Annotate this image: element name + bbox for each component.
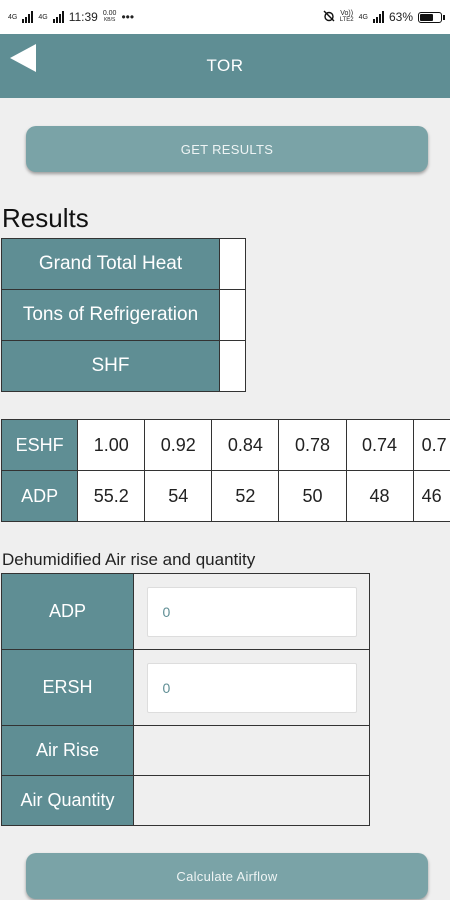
- air-quantity-value: [133, 775, 370, 826]
- page-title: TOR: [206, 56, 244, 75]
- eshf-adp-table: ESHF 1.00 0.92 0.84 0.78 0.74 0.7 ADP 55…: [0, 419, 450, 522]
- grand-total-heat-value: [219, 238, 246, 290]
- status-bar: 4G 4G 11:39 0.00 KB/S ••• Vo)) LTE2 4G 6…: [0, 0, 450, 34]
- results-heading: Results: [2, 203, 89, 233]
- table-row: ERSH: [1, 649, 370, 726]
- adp-cell: 52: [211, 470, 280, 522]
- eshf-cell: 0.74: [345, 419, 414, 471]
- network-type-1: 4G: [8, 13, 18, 21]
- battery-percent: 63%: [388, 10, 413, 24]
- table-row: Tons of Refrigeration: [1, 289, 246, 341]
- eshf-cell: 1.00: [77, 419, 146, 471]
- ersh-field-label: ERSH: [1, 649, 134, 726]
- adp-cell: 48: [345, 470, 414, 522]
- app-bar: TOR: [0, 34, 450, 98]
- back-arrow-icon[interactable]: [8, 42, 38, 74]
- adp-input[interactable]: [146, 586, 357, 637]
- adp-header: ADP: [0, 470, 79, 522]
- more-notifications-icon: •••: [121, 10, 135, 24]
- adp-row: ADP 55.2 54 52 50 48 46: [0, 470, 450, 522]
- air-rise-label: Air Rise: [1, 725, 134, 776]
- eshf-cell: 0.78: [278, 419, 347, 471]
- eshf-row: ESHF 1.00 0.92 0.84 0.78 0.74 0.7: [0, 419, 450, 471]
- eshf-cell: 0.7: [412, 419, 450, 471]
- tons-of-refrigeration-value: [219, 289, 246, 341]
- clock: 11:39: [68, 10, 98, 24]
- network-type-2: 4G: [38, 13, 48, 21]
- battery-icon: [418, 11, 445, 23]
- dehumidified-heading: Dehumidified Air rise and quantity: [2, 550, 256, 569]
- adp-cell: 54: [144, 470, 213, 522]
- tons-of-refrigeration-label: Tons of Refrigeration: [1, 289, 220, 341]
- eshf-cell: 0.92: [144, 419, 213, 471]
- adp-cell: 46: [412, 470, 450, 522]
- adp-cell: 55.2: [77, 470, 146, 522]
- table-row: Air Quantity: [1, 775, 370, 826]
- ersh-input[interactable]: [146, 662, 357, 713]
- results-table: Grand Total Heat Tons of Refrigeration S…: [1, 238, 246, 392]
- table-row: Grand Total Heat: [1, 238, 246, 290]
- get-results-button[interactable]: GET RESULTS: [26, 126, 428, 172]
- volte-indicator: Vo)) LTE2: [339, 10, 354, 23]
- table-row: SHF: [1, 340, 246, 392]
- eshf-header: ESHF: [0, 419, 79, 471]
- dehumidified-table: ADP ERSH Air Rise Air Quantity: [1, 573, 370, 826]
- air-quantity-label: Air Quantity: [1, 775, 134, 826]
- adp-field-label: ADP: [1, 573, 134, 650]
- signal-icon-3: [372, 11, 384, 23]
- network-type-3: 4G: [358, 13, 368, 21]
- data-speed: 0.00 KB/S: [102, 10, 117, 23]
- table-row: Air Rise: [1, 725, 370, 776]
- grand-total-heat-label: Grand Total Heat: [1, 238, 220, 290]
- air-rise-value: [133, 725, 370, 776]
- eshf-cell: 0.84: [211, 419, 280, 471]
- shf-value: [219, 340, 246, 392]
- alarm-off-icon: [323, 10, 335, 25]
- calculate-airflow-button[interactable]: Calculate Airflow: [26, 853, 428, 899]
- signal-icon-2: [52, 11, 64, 23]
- table-row: ADP: [1, 573, 370, 650]
- signal-icon: [22, 11, 34, 23]
- adp-cell: 50: [278, 470, 347, 522]
- shf-label: SHF: [1, 340, 220, 392]
